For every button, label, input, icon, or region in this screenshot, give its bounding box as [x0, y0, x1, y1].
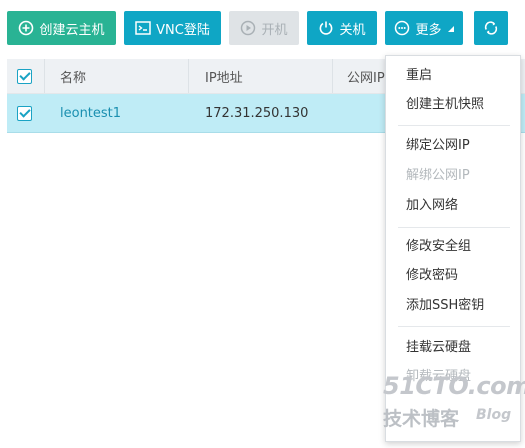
menu-item-unbind-public-ip[interactable]: 解绑公网IP	[406, 168, 470, 184]
more-label: 更多	[415, 22, 442, 38]
watermark-site: 51CTO.com	[383, 372, 525, 400]
select-all-checkbox[interactable]	[17, 69, 32, 84]
more-dots-icon	[394, 20, 410, 36]
column-divider	[44, 59, 45, 93]
plus-circle-icon	[18, 20, 34, 36]
column-header-name[interactable]: 名称	[60, 59, 86, 93]
menu-item-modify-security-group[interactable]: 修改安全组	[406, 239, 471, 255]
create-instance-button[interactable]: 创建云主机	[7, 11, 116, 45]
watermark-tagline: 技术博客	[383, 408, 460, 430]
column-divider	[332, 59, 333, 93]
instance-ip: 172.31.250.130	[205, 105, 309, 121]
row-checkbox[interactable]	[17, 106, 32, 121]
menu-divider	[398, 227, 510, 228]
create-instance-label: 创建云主机	[39, 22, 105, 38]
more-button[interactable]: 更多	[385, 11, 463, 45]
vnc-login-button[interactable]: VNC登陆	[124, 11, 221, 45]
refresh-button[interactable]	[474, 11, 508, 45]
instance-name-link[interactable]: leontest1	[60, 94, 121, 132]
watermark-blog: Blog	[476, 407, 512, 423]
power-icon	[318, 20, 334, 36]
shutdown-button[interactable]: 关机	[307, 11, 377, 45]
vnc-login-label: VNC登陆	[156, 22, 210, 38]
menu-divider	[398, 125, 510, 126]
column-header-public-ip[interactable]: 公网IP	[347, 59, 385, 93]
menu-item-reboot[interactable]: 重启	[406, 68, 432, 84]
menu-item-bind-public-ip[interactable]: 绑定公网IP	[406, 138, 470, 154]
start-button[interactable]: 开机	[229, 11, 299, 45]
column-header-ip[interactable]: IP地址	[205, 59, 243, 93]
menu-item-attach-disk[interactable]: 挂载云硬盘	[406, 340, 471, 356]
play-circle-icon	[240, 20, 256, 36]
console-icon	[135, 21, 151, 35]
caret-down-icon	[447, 25, 454, 32]
shutdown-label: 关机	[339, 22, 366, 38]
menu-item-join-network[interactable]: 加入网络	[406, 198, 458, 214]
start-label: 开机	[261, 22, 288, 38]
menu-item-add-ssh-key[interactable]: 添加SSH密钥	[406, 298, 484, 314]
column-divider	[188, 59, 189, 93]
menu-divider	[398, 326, 510, 327]
menu-item-change-password[interactable]: 修改密码	[406, 268, 458, 284]
menu-item-create-snapshot[interactable]: 创建主机快照	[406, 97, 484, 113]
refresh-icon	[483, 20, 499, 36]
